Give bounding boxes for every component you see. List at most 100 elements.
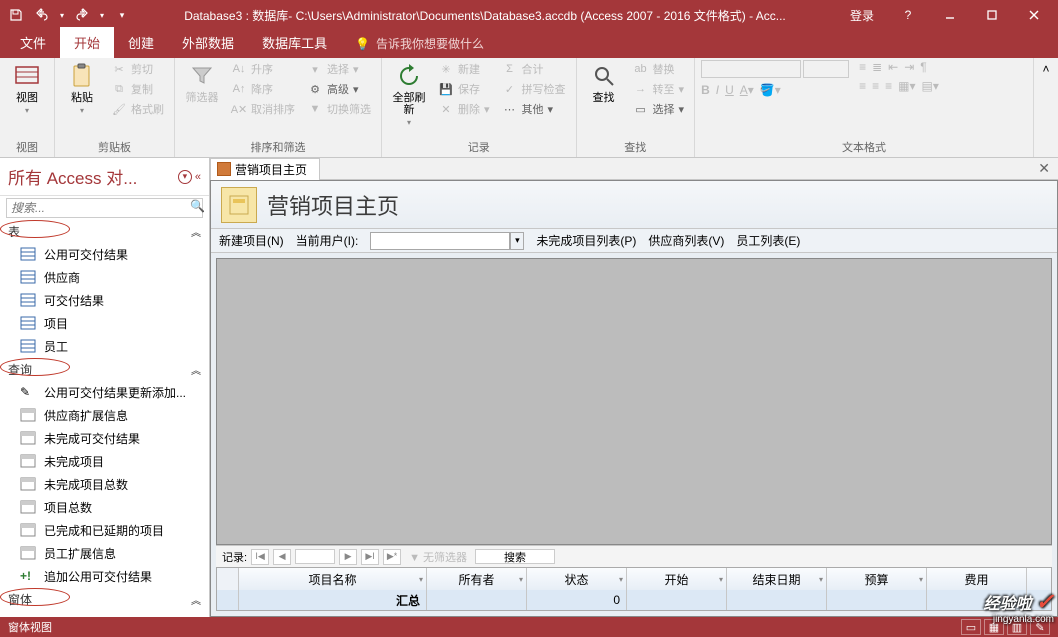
last-record-button[interactable]: ▶I	[361, 549, 379, 565]
bullets-icon[interactable]: ≡	[859, 60, 866, 74]
toggle-filter-button[interactable]: ▼切换筛选	[303, 100, 375, 118]
copy-button[interactable]: ⧉复制	[107, 80, 168, 98]
chevron-down-icon[interactable]: ▾	[178, 170, 192, 184]
minimize-button[interactable]	[930, 0, 970, 30]
chevron-down-icon[interactable]: ▾	[719, 575, 723, 584]
nav-group-queries[interactable]: 查询︽	[4, 358, 205, 381]
qat-customize-icon[interactable]: ▾	[110, 3, 134, 27]
ltr-icon[interactable]: ¶	[920, 60, 926, 74]
save-record-button[interactable]: 💾保存	[434, 80, 494, 98]
underline-icon[interactable]: U	[725, 83, 734, 97]
fill-color-icon[interactable]: 🪣▾	[760, 83, 781, 97]
collapse-pane-icon[interactable]: «	[195, 171, 201, 183]
cell[interactable]	[627, 590, 727, 610]
new-record-button[interactable]: ✳新建	[434, 60, 494, 78]
nav-item-query[interactable]: 项目总数	[4, 496, 205, 519]
nav-item-query[interactable]: 未完成可交付结果	[4, 427, 205, 450]
nav-item-query[interactable]: 已完成和已延期的项目	[4, 519, 205, 542]
find-button[interactable]: 查找	[583, 60, 625, 106]
chevron-down-icon[interactable]: ▾	[519, 575, 523, 584]
doc-tab[interactable]: 营销项目主页	[210, 158, 320, 180]
indent-dec-icon[interactable]: ⇤	[888, 60, 898, 74]
nav-item-table[interactable]: 公用可交付结果	[4, 243, 205, 266]
nav-pane-header[interactable]: 所有 Access 对... ▾ «	[0, 158, 209, 196]
remove-sort-button[interactable]: A✕取消排序	[227, 100, 299, 118]
undo-drop-icon[interactable]: ▾	[56, 3, 68, 27]
paste-button[interactable]: 粘贴 ▾	[61, 60, 103, 117]
save-icon[interactable]	[4, 3, 28, 27]
close-doc-icon[interactable]: ✕	[1030, 160, 1058, 177]
undo-icon[interactable]	[30, 3, 54, 27]
bold-icon[interactable]: B	[701, 83, 710, 97]
unfinished-list-link[interactable]: 未完成项目列表(P)	[536, 232, 636, 249]
tell-me[interactable]: 💡 告诉我你想要做什么	[341, 29, 498, 58]
form-view-button[interactable]: ▭	[961, 619, 981, 635]
nav-item-query[interactable]: 未完成项目总数	[4, 473, 205, 496]
indent-inc-icon[interactable]: ⇥	[904, 60, 914, 74]
nav-item-table[interactable]: 可交付结果	[4, 289, 205, 312]
dropdown-icon[interactable]: ▾	[510, 232, 524, 250]
column-header[interactable]: 结束日期▾	[727, 568, 827, 590]
refresh-all-button[interactable]: 全部刷新 ▾	[388, 60, 430, 129]
gridlines-icon[interactable]: ▦▾	[898, 79, 915, 93]
sort-asc-button[interactable]: A↓升序	[227, 60, 299, 78]
redo-drop-icon[interactable]: ▾	[96, 3, 108, 27]
cell[interactable]: 0	[527, 590, 627, 610]
goto-button[interactable]: →转至 ▾	[629, 80, 689, 98]
align-right-icon[interactable]: ≡	[885, 79, 892, 93]
column-header[interactable]: 预算▾	[827, 568, 927, 590]
cell[interactable]	[727, 590, 827, 610]
row-selector[interactable]	[217, 590, 239, 610]
chevron-down-icon[interactable]: ▾	[619, 575, 623, 584]
italic-icon[interactable]: I	[716, 83, 719, 97]
replace-button[interactable]: ab替换	[629, 60, 689, 78]
current-user-input[interactable]	[370, 232, 510, 250]
tab-home[interactable]: 开始	[60, 27, 114, 58]
numbering-icon[interactable]: ≣	[872, 60, 882, 74]
search-input[interactable]	[6, 198, 203, 218]
filter-button[interactable]: 筛选器	[181, 60, 223, 106]
new-record-nav-button[interactable]: ▶*	[383, 549, 401, 565]
totals-button[interactable]: Σ合计	[498, 60, 570, 78]
prev-record-button[interactable]: ◀	[273, 549, 291, 565]
tab-file[interactable]: 文件	[6, 27, 60, 58]
tab-db-tools[interactable]: 数据库工具	[248, 27, 341, 58]
column-header[interactable]: 开始▾	[627, 568, 727, 590]
ribbon-collapse-icon[interactable]: ˄	[1034, 58, 1058, 157]
nav-item-query[interactable]: ✎公用可交付结果更新添加...	[4, 381, 205, 404]
nav-item-table[interactable]: 供应商	[4, 266, 205, 289]
column-header[interactable]: 项目名称▾	[239, 568, 427, 590]
nav-item-query[interactable]: 未完成项目	[4, 450, 205, 473]
chevron-down-icon[interactable]: ▾	[919, 575, 923, 584]
nav-group-forms[interactable]: 窗体︽	[4, 588, 205, 611]
cell[interactable]	[427, 590, 527, 610]
nav-item-query[interactable]: 供应商扩展信息	[4, 404, 205, 427]
chevron-down-icon[interactable]: ▾	[419, 575, 423, 584]
cell[interactable]	[827, 590, 927, 610]
font-color-icon[interactable]: A▾	[740, 83, 754, 97]
sort-desc-button[interactable]: A↑降序	[227, 80, 299, 98]
align-left-icon[interactable]: ≡	[859, 79, 866, 93]
align-center-icon[interactable]: ≡	[872, 79, 879, 93]
view-button[interactable]: 视图 ▾	[6, 60, 48, 117]
close-button[interactable]	[1014, 0, 1054, 30]
login-link[interactable]: 登录	[836, 7, 888, 24]
record-search-input[interactable]	[475, 549, 555, 564]
row-selector-header[interactable]	[217, 568, 239, 590]
nav-item-query[interactable]: 员工扩展信息	[4, 542, 205, 565]
maximize-button[interactable]	[972, 0, 1012, 30]
next-record-button[interactable]: ▶	[339, 549, 357, 565]
nav-group-tables[interactable]: 表︽	[4, 220, 205, 243]
first-record-button[interactable]: I◀	[251, 549, 269, 565]
nav-item-query[interactable]: +!追加公用可交付结果	[4, 565, 205, 588]
cell[interactable]: 汇总	[239, 590, 427, 610]
new-project-link[interactable]: 新建项目(N)	[219, 232, 284, 249]
alt-row-icon[interactable]: ▤▾	[921, 79, 938, 93]
column-header[interactable]: 费用	[927, 568, 1027, 590]
help-button[interactable]: ?	[888, 0, 928, 30]
advanced-button[interactable]: ⚙高级 ▾	[303, 80, 375, 98]
tab-external-data[interactable]: 外部数据	[168, 27, 248, 58]
redo-icon[interactable]	[70, 3, 94, 27]
select-button[interactable]: ▭选择 ▾	[629, 100, 689, 118]
selection-button[interactable]: ▾选择 ▾	[303, 60, 375, 78]
